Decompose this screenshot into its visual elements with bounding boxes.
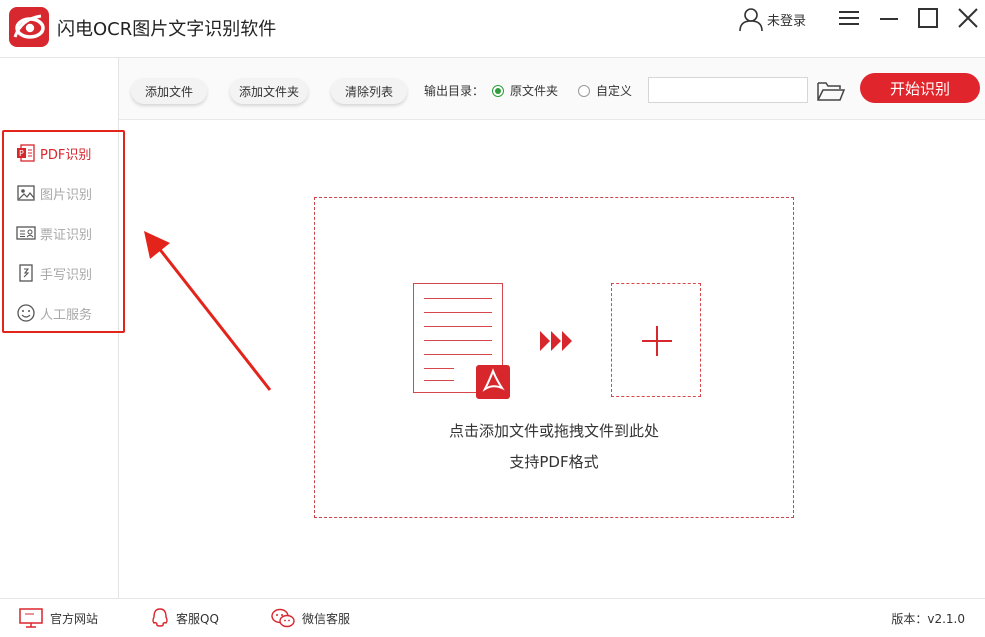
user-icon	[739, 8, 763, 32]
smile-icon	[16, 303, 36, 323]
footer-qq-link[interactable]: 客服QQ	[150, 607, 219, 629]
footer-website-link[interactable]: 官方网站	[18, 607, 98, 629]
radio-indicator	[578, 84, 590, 97]
add-file-plus-box[interactable]	[611, 283, 701, 397]
id-card-icon	[16, 223, 36, 243]
radio-custom[interactable]: 自定义	[578, 82, 632, 99]
title-bar: 闪电OCR图片文字识别软件 未登录	[0, 0, 985, 58]
footer-wechat-link[interactable]: 微信客服	[270, 607, 350, 629]
output-dir-label: 输出目录：	[424, 84, 485, 98]
handwriting-icon	[16, 263, 36, 283]
login-label: 未登录	[767, 13, 807, 29]
radio-label: 原文件夹	[510, 84, 559, 98]
sidebar-item-label: PDF识别	[40, 147, 92, 163]
sidebar-item-label: 票证识别	[40, 227, 93, 243]
close-icon[interactable]	[956, 8, 980, 28]
app-logo-icon	[9, 7, 49, 47]
wechat-icon	[270, 607, 296, 629]
sidebar-item-label: 手写识别	[40, 267, 93, 283]
drop-hint-line1: 点击添加文件或拖拽文件到此处	[448, 422, 659, 440]
version-label: 版本：v2.1.0	[891, 612, 965, 626]
folder-open-icon[interactable]	[816, 79, 846, 103]
sidebar-item-pdf[interactable]: P PDF识别	[16, 142, 91, 164]
annotation-arrow-icon	[144, 231, 272, 391]
monitor-icon	[18, 607, 44, 629]
add-folder-button[interactable]: 添加文件夹	[230, 78, 308, 104]
clear-list-button[interactable]: 清除列表	[331, 78, 407, 104]
app-title: 闪电OCR图片文字识别软件	[57, 19, 277, 40]
minimize-icon[interactable]	[878, 8, 902, 28]
sidebar-item-handwriting[interactable]: 手写识别	[16, 262, 92, 284]
toolbar: 添加文件 添加文件夹 清除列表 输出目录： 原文件夹 自定义 开始识别	[119, 58, 985, 120]
sidebar-item-label: 图片识别	[40, 187, 93, 203]
image-icon	[16, 183, 36, 203]
maximize-icon[interactable]	[917, 8, 941, 28]
svg-text:P: P	[19, 149, 24, 158]
forward-arrows-icon	[540, 331, 572, 351]
sidebar-item-ticket[interactable]: 票证识别	[16, 222, 92, 244]
qq-icon	[150, 607, 170, 629]
sidebar-item-image[interactable]: 图片识别	[16, 182, 92, 204]
drop-hint-line2: 支持PDF格式	[509, 453, 599, 471]
sidebar-item-label: 人工服务	[40, 307, 93, 323]
footer: 官方网站 客服QQ 微信客服 版本：v2.1.0	[0, 598, 985, 637]
menu-icon[interactable]	[838, 8, 862, 28]
login-button[interactable]: 未登录	[738, 6, 806, 32]
output-path-input[interactable]	[648, 77, 808, 103]
radio-label: 自定义	[596, 84, 633, 98]
file-drop-zone[interactable]: 点击添加文件或拖拽文件到此处 支持PDF格式	[314, 197, 794, 518]
start-recognition-button[interactable]: 开始识别	[860, 73, 980, 103]
radio-indicator	[492, 84, 504, 97]
sidebar: P PDF识别 图片识别 票证识别 手写识别 人工服务	[0, 58, 125, 598]
footer-website-label: 官方网站	[50, 611, 99, 626]
footer-wechat-label: 微信客服	[302, 611, 351, 626]
add-file-button[interactable]: 添加文件	[131, 78, 207, 104]
pdf-badge-icon	[476, 365, 510, 399]
footer-qq-label: 客服QQ	[176, 611, 219, 626]
pdf-icon: P	[16, 143, 36, 163]
radio-original-folder[interactable]: 原文件夹	[492, 82, 558, 99]
sidebar-item-manual-service[interactable]: 人工服务	[16, 302, 92, 324]
